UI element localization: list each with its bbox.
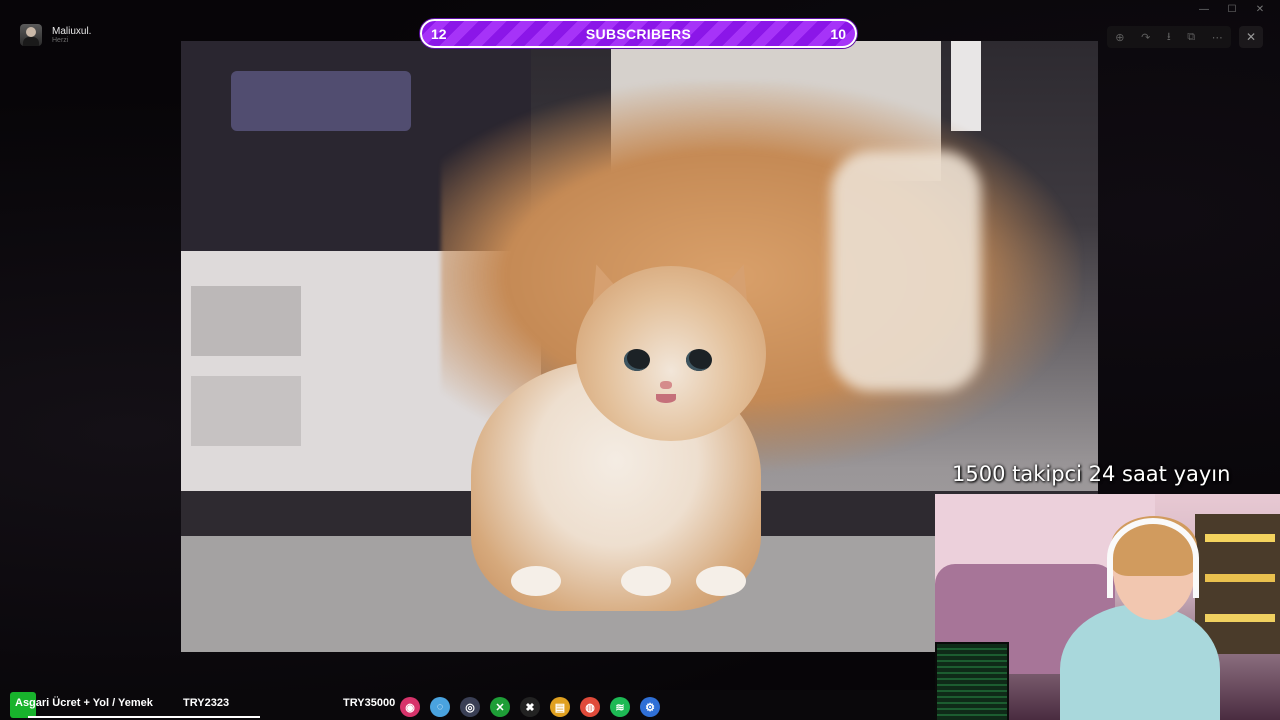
settings-icon[interactable]: ⚙ <box>640 697 660 717</box>
download-icon[interactable]: ⭳ <box>1167 28 1171 47</box>
subscribers-title: SUBSCRIBERS <box>585 25 692 42</box>
maximize-button[interactable]: ☐ <box>1226 4 1238 15</box>
minimize-button[interactable]: — <box>1198 4 1210 15</box>
capcut-icon[interactable]: ✖ <box>520 697 540 717</box>
open-external-icon[interactable]: ⧉ <box>1187 31 1195 44</box>
window-close-button[interactable]: ✕ <box>1254 4 1266 15</box>
user-info[interactable]: Maliuxul. Herzi <box>20 24 91 46</box>
chrome-icon[interactable]: ◍ <box>580 697 600 717</box>
more-icon[interactable]: ⋯ <box>1212 31 1223 44</box>
viewer-close-button[interactable]: ✕ <box>1239 26 1263 48</box>
edge-icon[interactable]: ◌ <box>430 697 450 717</box>
xbox-icon[interactable]: ✕ <box>490 697 510 717</box>
taskbar-label-try2323: TRY2323 <box>183 697 230 709</box>
spotify-icon[interactable]: ≋ <box>610 697 630 717</box>
app-icon[interactable]: ◉ <box>400 697 420 717</box>
file-icon[interactable]: ▤ <box>550 697 570 717</box>
zoom-icon[interactable]: ⊕ <box>1115 31 1124 44</box>
avatar[interactable] <box>20 24 42 46</box>
follower-goal-text: 1500 takipci 24 saat yayın <box>952 462 1231 486</box>
user-name: Maliuxul. <box>52 25 92 37</box>
subscribers-left-value: 12 <box>431 25 447 42</box>
steam-icon[interactable]: ◎ <box>460 697 480 717</box>
viewer-toolbar: ⊕ ↷ ⭳ ⧉ ⋯ <box>1107 26 1231 48</box>
taskbar-label-salary: Asgari Ücret + Yol / Yemek <box>15 697 153 709</box>
taskbar-underline <box>28 716 260 718</box>
taskbar-label-try35000: TRY35000 <box>343 697 396 709</box>
subscribers-right-value: 10 <box>830 25 846 42</box>
window-controls: — ☐ ✕ <box>1198 4 1266 15</box>
subscribers-goal-bar: 12 SUBSCRIBERS 10 <box>420 19 857 48</box>
taskbar-icons: ◉ ◌ ◎ ✕ ✖ ▤ ◍ ≋ ⚙ <box>400 697 660 717</box>
rotate-icon[interactable]: ↷ <box>1141 31 1150 44</box>
user-subtitle: Herzi <box>52 36 69 44</box>
webcam-feed <box>935 494 1280 720</box>
